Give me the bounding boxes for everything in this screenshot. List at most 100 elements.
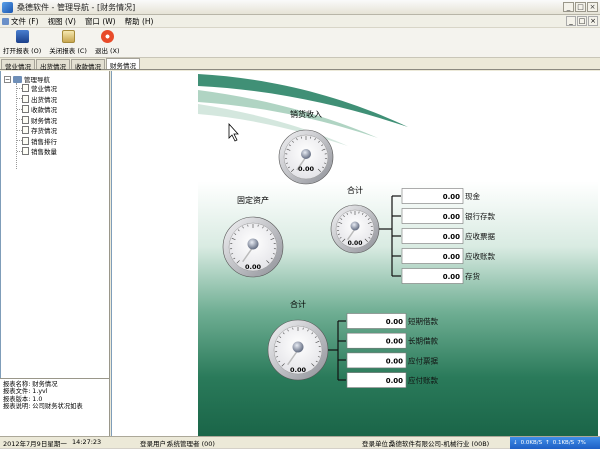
tree-items: 营业情况 出货情况 收款情况 财务情况 存货情况 销售排行 销售数量 <box>17 83 57 157</box>
hand-cursor-icon <box>229 124 238 141</box>
exit-icon <box>101 30 114 43</box>
mdi-restore-button[interactable]: □ <box>577 16 587 26</box>
tree-item-shipments[interactable]: 出货情况 <box>17 94 57 105</box>
tree-item-ranking[interactable]: 销售排行 <box>17 136 57 147</box>
asset-row-value: 0.00 <box>443 193 460 201</box>
report-icon <box>22 84 29 92</box>
liability-row-label: 短期借款 <box>408 316 438 326</box>
asset-row-value: 0.00 <box>443 253 460 261</box>
asset-row-value: 0.00 <box>443 233 460 241</box>
liability-connector-lines <box>328 321 346 380</box>
close-report-icon <box>62 30 75 43</box>
title-bar[interactable]: 桑德软件 - 管理导航 - [财务情况] _ □ × <box>0 0 600 15</box>
tree-item-label: 出货情况 <box>31 94 57 104</box>
close-report-button[interactable]: 关闭报表 (C) <box>49 30 87 57</box>
asset-connector-lines <box>379 196 401 276</box>
tree-item-label: 营业情况 <box>31 83 57 93</box>
asset-row-label: 银行存款 <box>465 211 495 221</box>
gauge-total-liabilities-title: 合计 <box>290 299 306 309</box>
mdi-controls: _ □ × <box>566 16 598 26</box>
info-report-file: 报表文件: 1.yvl <box>3 388 109 395</box>
asset-row-label: 应收票据 <box>465 231 495 241</box>
menu-file-label: 文件 (F) <box>11 16 39 27</box>
mdi-minimize-button[interactable]: _ <box>566 16 576 26</box>
app-logo-icon <box>2 2 13 13</box>
gauge-sales-income-title: 销货收入 <box>290 109 322 119</box>
menu-help-label: 帮助 (H) <box>125 16 154 27</box>
gauge-total-liabilities-value: 0.00 <box>290 366 307 374</box>
close-window-button[interactable]: × <box>587 2 598 12</box>
download-arrow-icon: ↓ <box>513 440 518 446</box>
status-bar: 2012年7月9日星期一 14:27:23 登录用户： 系统管理者 (00) 登… <box>0 436 600 448</box>
info-report-description: 报表说明: 公司财务状况如表 <box>3 403 109 410</box>
collapse-icon[interactable]: − <box>4 76 11 83</box>
gauge-fixed-assets-title: 固定资产 <box>237 195 269 205</box>
tab-sales[interactable]: 营业情况 <box>1 59 35 69</box>
tree-item-receipts[interactable]: 收款情况 <box>17 104 57 115</box>
gauge-fixed-assets-value: 0.00 <box>245 263 262 271</box>
tree-item-label: 收款情况 <box>31 104 57 114</box>
asset-row-value: 0.00 <box>443 213 460 221</box>
report-icon <box>22 95 29 103</box>
tree-item-label: 存货情况 <box>31 125 57 135</box>
asset-row-value: 0.00 <box>443 273 460 281</box>
liability-row-value: 0.00 <box>386 357 403 365</box>
mdi-close-button[interactable]: × <box>588 16 598 26</box>
tab-shipments[interactable]: 出货情况 <box>36 59 70 69</box>
tree-item-label: 财务情况 <box>31 115 57 125</box>
tree-item-label: 销售排行 <box>31 136 57 146</box>
tree-item-quantity[interactable]: 销售数量 <box>17 146 57 157</box>
menu-help[interactable]: 帮助 (H) <box>125 16 154 27</box>
tree-item-inventory[interactable]: 存货情况 <box>17 125 57 136</box>
status-user: 系统管理者 (00) <box>167 438 215 448</box>
file-menu-icon <box>2 18 9 25</box>
gauge-total-assets: 合计 0.00 <box>331 185 379 253</box>
tab-receipts[interactable]: 收款情况 <box>71 59 105 69</box>
status-unit: 桑德软件有限公司-机械行业 (00B) <box>389 438 489 448</box>
status-time: 14:27:23 <box>72 438 101 446</box>
open-report-icon <box>16 30 29 43</box>
tree-item-label: 销售数量 <box>31 146 57 156</box>
tree-item-finance[interactable]: 财务情况 <box>17 115 57 126</box>
system-tray: ↓ 0.0KB/S ↑ 0.1KB/S 7% <box>510 437 600 449</box>
menu-file[interactable]: 文件 (F) <box>2 16 39 27</box>
gauge-sales-income-value: 0.00 <box>298 165 315 173</box>
asset-row-label: 现金 <box>465 191 480 201</box>
app-window: 桑德软件 - 管理导航 - [财务情况] _ □ × 文件 (F) 视图 (V)… <box>0 0 600 448</box>
gauge-total-liabilities: 合计 0.00 <box>268 299 328 380</box>
liability-row-label: 应付账款 <box>408 375 438 385</box>
status-date: 2012年7月9日星期一 <box>3 438 67 448</box>
document-tabs: 营业情况 出货情况 收款情况 财务情况 <box>0 59 600 70</box>
liability-row-value: 0.00 <box>386 318 403 326</box>
report-info-panel: 报表名称: 财务情况 报表文件: 1.yvl 报表版本: 1.0 报表说明: 公… <box>0 378 110 436</box>
liability-row-label: 应付票据 <box>408 355 438 365</box>
report-icon <box>22 147 29 155</box>
open-report-button[interactable]: 打开报表 (O) <box>3 30 41 57</box>
minimize-button[interactable]: _ <box>563 2 574 12</box>
report-view: 销货收入 0.00 固定资产 0.00 合计 <box>111 71 600 436</box>
gauge-total-assets-value: 0.00 <box>348 240 363 247</box>
dashboard-graphic: 销货收入 0.00 固定资产 0.00 合计 <box>198 72 598 436</box>
liability-row-value: 0.00 <box>386 338 403 346</box>
gauge-fixed-assets: 固定资产 0.00 <box>223 195 283 277</box>
maximize-button[interactable]: □ <box>575 2 586 12</box>
dashboard-canvas: 销货收入 0.00 固定资产 0.00 合计 <box>198 72 598 436</box>
tab-finance[interactable]: 财务情况 <box>106 58 140 69</box>
toolbar: 打开报表 (O) 关闭报表 (C) 退出 (X) <box>0 28 600 58</box>
menu-view[interactable]: 视图 (V) <box>48 16 76 27</box>
menu-bar: 文件 (F) 视图 (V) 窗口 (W) 帮助 (H) _ □ × <box>0 15 600 28</box>
close-report-label: 关闭报表 (C) <box>49 45 87 55</box>
upload-speed: 0.1KB/S <box>553 440 574 446</box>
menu-window[interactable]: 窗口 (W) <box>85 16 116 27</box>
liability-row-label: 长期借款 <box>408 336 438 346</box>
liability-row-value: 0.00 <box>386 377 403 385</box>
tree-item-sales[interactable]: 营业情况 <box>17 83 57 94</box>
asset-row-label: 存货 <box>465 271 480 281</box>
usage-percent: 7% <box>577 440 586 446</box>
asset-row-label: 应收账款 <box>465 251 495 261</box>
navigation-tree: − 管理导航 营业情况 出货情况 收款情况 财务情况 存货情况 销售排行 销售数… <box>0 71 110 378</box>
exit-button[interactable]: 退出 (X) <box>95 30 120 57</box>
report-icon <box>22 137 29 145</box>
gauge-total-assets-title: 合计 <box>347 185 363 195</box>
download-speed: 0.0KB/S <box>521 440 542 446</box>
